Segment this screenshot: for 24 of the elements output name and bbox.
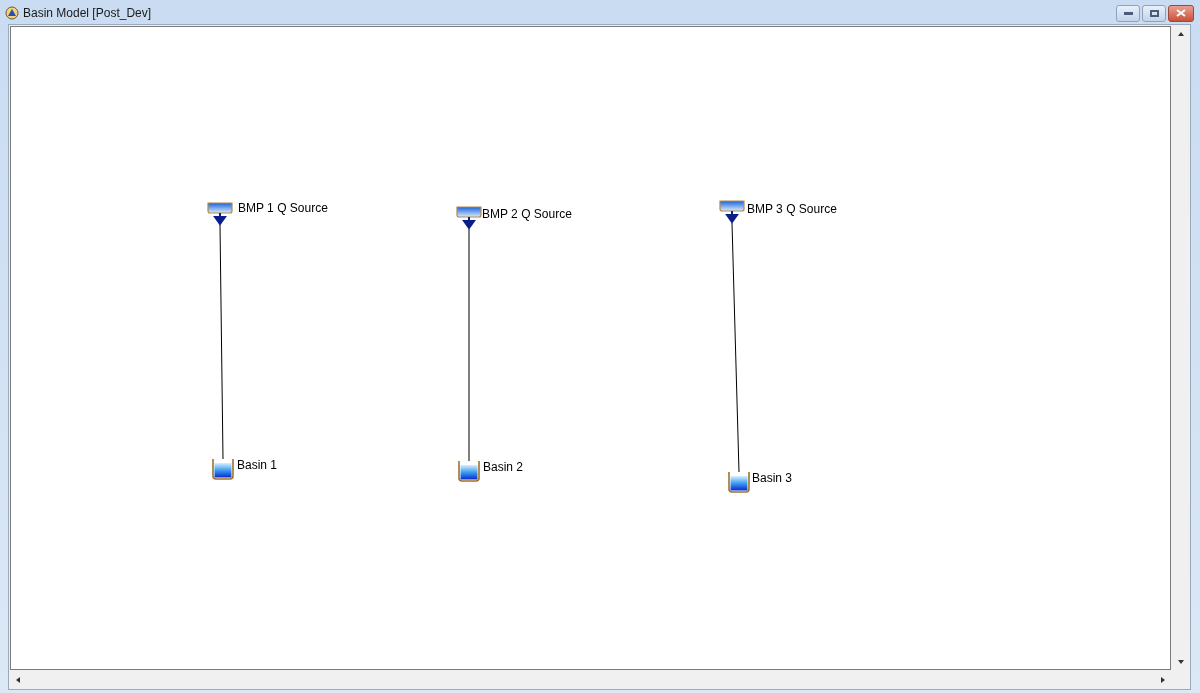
close-button[interactable] [1168,4,1194,22]
minimize-button[interactable] [1116,4,1140,22]
element-label: Basin 3 [752,471,793,485]
source-icon[interactable] [719,200,745,224]
connector-line[interactable] [731,222,740,473]
close-icon [1176,9,1186,17]
element-label: BMP 1 Q Source [238,201,328,215]
arrow-icon [1177,659,1185,665]
basin-icon[interactable] [211,458,235,480]
source-icon[interactable] [456,206,482,230]
basin-icon[interactable] [457,460,481,482]
connector-line[interactable] [219,224,224,460]
element-label: Basin 2 [483,460,524,474]
arrow-icon [1160,676,1166,684]
basin-icon[interactable] [727,471,751,493]
app-icon [5,6,19,20]
window-title: Basin Model [Post_Dev] [23,5,152,22]
arrow-icon [15,676,21,684]
element-label: BMP 3 Q Source [747,202,837,216]
element-label: BMP 2 Q Source [482,207,572,221]
element-label: Basin 1 [237,458,278,472]
arrow-icon [1177,31,1185,37]
maximize-button[interactable] [1142,4,1166,22]
source-icon[interactable] [207,202,233,226]
